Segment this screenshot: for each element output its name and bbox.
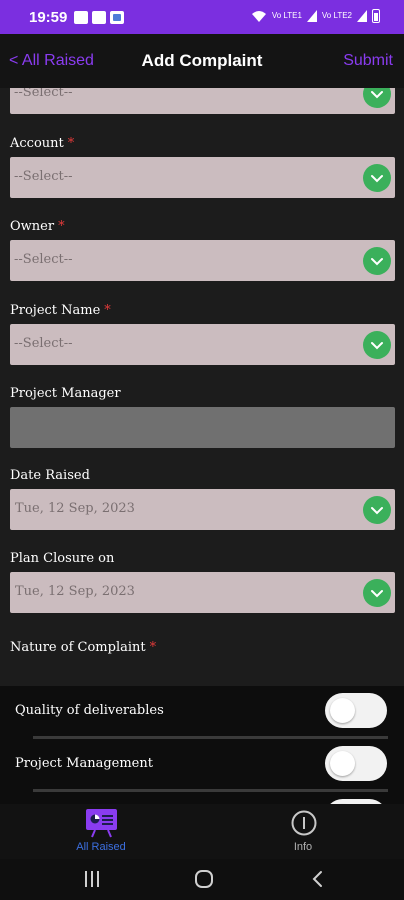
project-name-label-text: Project Name [10, 303, 101, 318]
bottom-tab-bar: All Raised Info [0, 804, 404, 859]
date-raised-value: Tue, 12 Sep, 2023 [15, 501, 135, 516]
nature-label-text: Nature of Complaint [10, 640, 146, 655]
plan-closure-value: Tue, 12 Sep, 2023 [15, 584, 135, 599]
required-marker: * [58, 219, 65, 234]
toggle-label: Project Management [15, 756, 153, 771]
account-label-text: Account [10, 136, 64, 151]
signal-2-icon [357, 10, 367, 22]
signal-1-text: Vo LTE1 [271, 11, 302, 20]
toggle-row-project-management: Project Management [0, 739, 404, 789]
tab-info[interactable]: Info [202, 804, 404, 859]
home-icon[interactable] [194, 869, 214, 889]
required-marker: * [104, 303, 111, 318]
tab-all-raised[interactable]: All Raised [0, 804, 202, 859]
back-all-raised-button[interactable]: < All Raised [9, 52, 94, 70]
status-bar: 19:59 Vo LTE1 Vo LTE2 [0, 0, 404, 34]
project-name-label: Project Name * [10, 303, 111, 318]
signal-2-text: Vo LTE2 [321, 11, 352, 20]
account-select-value: --Select-- [14, 169, 73, 184]
chevron-down-icon [363, 331, 391, 359]
required-marker: * [67, 136, 75, 151]
chevron-down-icon [363, 247, 391, 275]
message-icon [92, 10, 107, 24]
top-nav-bar: < All Raised Add Complaint Submit [0, 34, 404, 88]
quality-of-deliverables-switch[interactable] [325, 693, 387, 728]
gallery-icon [74, 10, 89, 24]
project-name-select-value: --Select-- [14, 336, 73, 351]
battery-icon [372, 9, 380, 23]
switch-knob [330, 698, 355, 723]
project-manager-label: Project Manager [10, 386, 121, 401]
plan-closure-label: Plan Closure on [10, 551, 115, 566]
wifi-icon [251, 10, 266, 22]
account-select[interactable]: --Select-- [10, 157, 395, 198]
partial-select-value: --Select-- [14, 88, 73, 100]
chevron-down-icon [363, 579, 391, 607]
tab-label: Info [293, 841, 313, 853]
chevron-down-icon [363, 88, 391, 108]
owner-label-text: Owner [10, 219, 55, 234]
presentation-board-icon [86, 809, 117, 838]
complaint-nature-toggle-list: Quality of deliverables Project Manageme… [0, 686, 404, 804]
date-raised-label: Date Raised [10, 468, 90, 483]
chevron-down-icon [363, 496, 391, 524]
signal-1-icon [306, 10, 317, 22]
date-raised-picker[interactable]: Tue, 12 Sep, 2023 [10, 489, 395, 530]
recent-apps-icon[interactable] [83, 870, 101, 888]
owner-label: Owner * [10, 219, 65, 234]
submit-button[interactable]: Submit [343, 52, 393, 70]
partial-select-field[interactable]: --Select-- [10, 88, 395, 114]
chevron-down-icon [363, 164, 391, 192]
info-icon [291, 810, 317, 836]
project-name-select[interactable]: --Select-- [10, 324, 395, 365]
switch-knob [330, 751, 355, 776]
project-management-switch[interactable] [325, 746, 387, 781]
toggle-row-partial [0, 792, 404, 804]
status-time: 19:59 [29, 8, 68, 26]
system-nav-bar [0, 859, 404, 900]
status-notification-icons [74, 10, 125, 24]
account-label: Account * [10, 136, 74, 151]
complaint-form: --Select-- Account * --Select-- Owner * --… [0, 88, 404, 686]
owner-select-value: --Select-- [14, 252, 73, 267]
back-icon[interactable] [310, 870, 324, 888]
tab-label: All Raised [76, 841, 126, 853]
nature-of-complaint-label: Nature of Complaint * [10, 640, 156, 655]
required-marker: * [149, 640, 157, 655]
owner-select[interactable]: --Select-- [10, 240, 395, 281]
toggle-label: Quality of deliverables [15, 703, 164, 718]
toggle-row-quality: Quality of deliverables [0, 686, 404, 736]
status-system-icons: Vo LTE1 Vo LTE2 [251, 9, 380, 23]
app-notification-icon [110, 10, 125, 24]
plan-closure-picker[interactable]: Tue, 12 Sep, 2023 [10, 572, 395, 613]
project-manager-field [10, 407, 395, 448]
